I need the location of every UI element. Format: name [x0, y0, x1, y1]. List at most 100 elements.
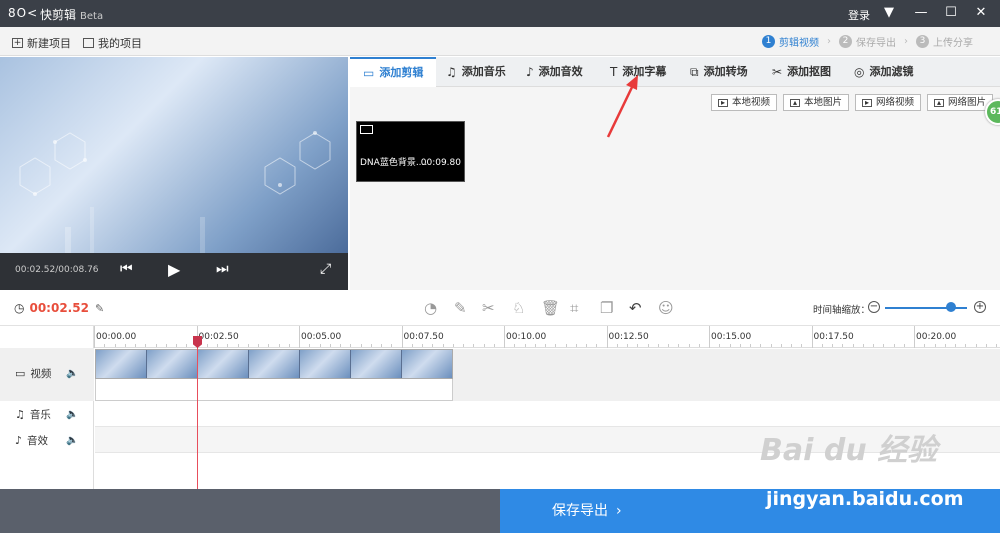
- sound-effect-icon: ♪: [15, 434, 23, 447]
- clock-icon: ◷: [14, 301, 25, 315]
- playback-time: 00:02.52/00:08.76: [15, 265, 99, 275]
- volume-icon[interactable]: 🔈: [66, 435, 78, 446]
- step-2[interactable]: 2 保存导出: [839, 34, 896, 49]
- ruler-minor-tick: [247, 344, 249, 347]
- ruler-minor-tick: [104, 344, 106, 347]
- ruler-tick-line: [606, 326, 608, 348]
- my-projects-button[interactable]: 我的项目: [83, 35, 142, 51]
- sfx-track-label: ♪ 音效 🔈: [0, 433, 94, 448]
- ruler-minor-tick: [791, 344, 792, 347]
- track-labels: ▭ 视频 🔈 ♫ 音乐 🔈 ♪ 音效 🔈: [0, 326, 94, 489]
- ruler-minor-tick: [309, 344, 311, 347]
- scissors-icon[interactable]: ✂: [482, 299, 495, 317]
- tab-add-music[interactable]: ♫ 添加音乐: [446, 57, 506, 87]
- ruler-minor-tick: [329, 344, 331, 347]
- maximize-icon[interactable]: ☐: [940, 3, 962, 23]
- tab-add-filter[interactable]: ◎ 添加滤镜: [854, 57, 913, 87]
- ruler-minor-tick: [360, 344, 362, 347]
- copy-icon[interactable]: ❐: [600, 299, 613, 317]
- ruler-tick-label: 00:15.00: [711, 332, 752, 342]
- zoom-slider-thumb[interactable]: [946, 302, 956, 312]
- zoom-out-icon[interactable]: −: [868, 301, 880, 313]
- ruler-minor-tick: [258, 344, 259, 347]
- ruler-tick-line: [401, 326, 403, 348]
- step-label: 保存导出: [856, 38, 896, 49]
- thumbnail: [249, 350, 300, 378]
- tab-add-transition[interactable]: ⧉ 添加转场: [690, 57, 748, 87]
- speed-icon[interactable]: ◔: [424, 299, 437, 317]
- watermark-url: jingyan.baidu.com: [766, 488, 964, 510]
- fullscreen-icon[interactable]: ⤢: [320, 261, 331, 277]
- volume-icon[interactable]: 🔈: [66, 368, 78, 379]
- undo-icon[interactable]: ↶: [629, 299, 642, 317]
- ruler-minor-tick: [391, 344, 393, 347]
- ruler-minor-tick: [493, 344, 495, 347]
- ruler-minor-tick: [903, 344, 905, 347]
- ruler-tick-label: 00:07.50: [403, 332, 444, 342]
- menu-icon[interactable]: ▼: [878, 3, 900, 23]
- new-project-button[interactable]: + 新建项目: [12, 35, 71, 51]
- online-video-button[interactable]: ▸ 网络视频: [855, 94, 922, 111]
- video-icon: ▭: [15, 367, 26, 380]
- next-frame-icon[interactable]: ⏭: [216, 261, 229, 277]
- ruler-minor-tick: [637, 344, 639, 347]
- baidu-watermark: Bai du 经验: [760, 425, 937, 469]
- video-clip-thumbnails[interactable]: [95, 349, 453, 379]
- ruler-minor-tick: [596, 344, 598, 347]
- track-name: 音效: [27, 435, 49, 447]
- ruler-minor-tick: [739, 344, 741, 347]
- step-1[interactable]: 1 剪辑视频: [762, 34, 819, 49]
- ruler-minor-tick: [627, 344, 628, 347]
- online-image-button[interactable]: ▴ 网络图片: [927, 94, 994, 111]
- sticker-icon[interactable]: ☺: [658, 299, 674, 317]
- ruler-minor-tick: [381, 344, 382, 347]
- close-icon[interactable]: ✕: [970, 3, 992, 23]
- pen-icon[interactable]: ✎: [454, 299, 467, 317]
- ruler-minor-tick: [288, 344, 290, 347]
- local-video-button[interactable]: ▸ 本地视频: [711, 94, 778, 111]
- ruler-minor-tick: [944, 344, 946, 347]
- folder-icon: [83, 38, 94, 48]
- watermark-brand: Bai du 经验: [760, 433, 938, 468]
- ruler-minor-tick: [770, 344, 772, 347]
- tab-add-sound-effect[interactable]: ♪ 添加音效: [526, 57, 583, 87]
- ruler-minor-tick: [883, 344, 885, 347]
- minimize-icon[interactable]: —: [910, 3, 932, 23]
- clip-name: DNA蓝色背景....: [360, 158, 428, 168]
- ruler-minor-tick: [862, 344, 864, 347]
- step-number: 1: [762, 35, 775, 48]
- tab-add-cutout[interactable]: ✂ 添加抠图: [772, 57, 831, 87]
- bell-icon[interactable]: ♘: [512, 299, 525, 317]
- ruler-minor-tick: [934, 344, 936, 347]
- previous-frame-icon[interactable]: ⏮: [120, 261, 133, 277]
- ruler-minor-tick: [524, 344, 526, 347]
- zoom-in-icon[interactable]: +: [974, 301, 986, 313]
- progress-badge[interactable]: 61: [985, 99, 1000, 125]
- ruler-minor-tick: [965, 344, 967, 347]
- music-track-label: ♫ 音乐 🔈: [0, 407, 94, 422]
- playhead-line[interactable]: [197, 336, 198, 489]
- chevron-right-icon: ›: [904, 36, 908, 47]
- media-clip[interactable]: DNA蓝色背景.... 00:09.80: [356, 121, 465, 182]
- ruler-minor-tick: [176, 344, 177, 347]
- button-label: 本地视频: [732, 97, 771, 108]
- edit-icon[interactable]: ✎: [95, 302, 104, 315]
- media-library: ▸ 本地视频 ▴ 本地图片 ▸ 网络视频 ▴ 网络图片 61 DNA蓝色背景.... 0…: [350, 87, 1000, 290]
- login-link[interactable]: 登录: [848, 7, 870, 23]
- ruler-minor-tick: [832, 344, 833, 347]
- ruler-minor-tick: [340, 344, 341, 347]
- step-3[interactable]: 3 上传分享: [916, 34, 973, 49]
- music-track[interactable]: [95, 401, 1000, 427]
- ruler-minor-tick: [657, 344, 659, 347]
- local-image-button[interactable]: ▴ 本地图片: [783, 94, 850, 111]
- crop-icon[interactable]: ⌗: [570, 299, 578, 317]
- chevron-right-icon: ›: [827, 36, 831, 47]
- video-clip-audio-strip[interactable]: [95, 379, 453, 401]
- timeline-ruler[interactable]: 00:00.00 00:02.50 00:05.00 00:07.50 00:10.00…: [94, 326, 1000, 348]
- volume-icon[interactable]: 🔈: [66, 409, 78, 420]
- play-icon[interactable]: ▶: [168, 260, 180, 279]
- delete-icon[interactable]: 🗑: [541, 299, 560, 317]
- tab-add-clip[interactable]: ▭ 添加剪辑: [350, 57, 436, 87]
- chevron-right-icon: ›: [616, 503, 622, 519]
- ruler-tick-label: 00:10.00: [506, 332, 547, 342]
